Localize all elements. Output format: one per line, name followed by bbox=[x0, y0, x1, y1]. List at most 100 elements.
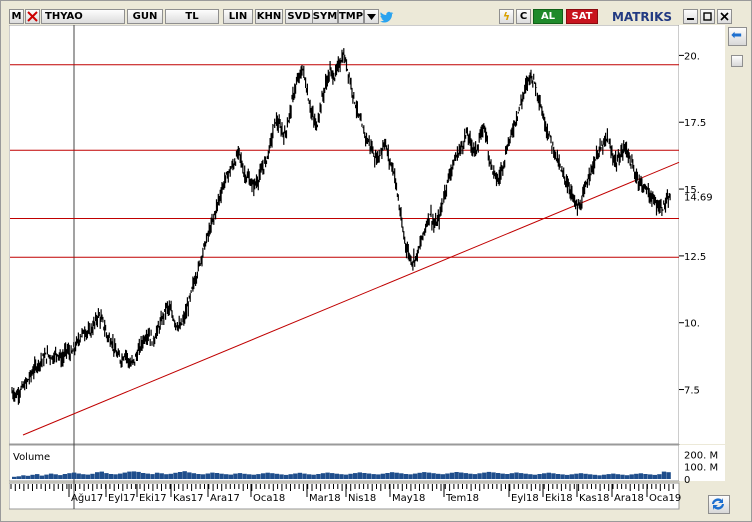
chevron-down-icon bbox=[367, 13, 376, 20]
refresh-button[interactable]: ϟ bbox=[499, 9, 514, 24]
volume-bar bbox=[449, 472, 455, 479]
minimize-icon bbox=[687, 18, 694, 20]
volume-bar bbox=[376, 474, 381, 479]
c-button[interactable]: C bbox=[516, 9, 531, 24]
volume-bar bbox=[652, 474, 657, 479]
volume-bar bbox=[108, 474, 114, 479]
volume-bar bbox=[16, 476, 21, 479]
volume-bar bbox=[145, 473, 150, 479]
symbol-field[interactable]: THYAO bbox=[41, 9, 125, 24]
y-tick-label: 12.5 bbox=[684, 252, 706, 263]
sell-button[interactable]: SAT bbox=[566, 9, 598, 24]
volume-bar bbox=[150, 474, 155, 479]
price-chart[interactable]: 20.17.515.12.510.7.514.69Volume 200. M100… bbox=[8, 24, 725, 510]
volume-bar bbox=[48, 473, 54, 479]
close-icon bbox=[720, 12, 729, 21]
chart-area[interactable]: 20. 17.5 15. 12.5 10. 7.5 14.69 Volume 200. M 100… bbox=[8, 24, 725, 510]
volume-bar bbox=[214, 473, 220, 479]
svd-button[interactable]: SVD bbox=[285, 9, 313, 24]
volume-bar bbox=[95, 472, 100, 479]
volume-bar bbox=[131, 471, 137, 479]
volume-bar bbox=[611, 473, 616, 479]
volume-bar bbox=[44, 474, 49, 479]
volume-bar bbox=[39, 475, 45, 479]
volume-bar bbox=[454, 472, 459, 479]
volume-bar bbox=[597, 475, 602, 479]
volume-bar bbox=[297, 472, 303, 479]
minimize-button[interactable] bbox=[683, 9, 698, 24]
volume-bar bbox=[486, 471, 492, 479]
volume-bar bbox=[394, 472, 399, 479]
settings-button[interactable] bbox=[708, 495, 730, 514]
volume-axis-label: 200. M bbox=[684, 450, 718, 461]
volume-bar bbox=[583, 473, 588, 479]
volume-bar bbox=[362, 473, 367, 479]
collapse-panel-button[interactable]: ⬅ bbox=[728, 27, 747, 46]
volume-bar bbox=[417, 472, 422, 479]
volume-bar bbox=[495, 473, 501, 479]
volume-bar bbox=[311, 474, 316, 479]
khn-button[interactable]: KHN bbox=[255, 9, 283, 24]
price-axis-bg bbox=[679, 25, 725, 444]
x-tick-label: Kas18 bbox=[579, 493, 609, 504]
x-tick-label: Kas17 bbox=[173, 493, 203, 504]
close-symbol-icon[interactable] bbox=[25, 9, 40, 24]
volume-bar bbox=[537, 474, 542, 479]
volume-bar bbox=[288, 474, 293, 479]
volume-bar bbox=[118, 473, 123, 479]
volume-bar bbox=[440, 474, 445, 479]
menu-button[interactable]: M bbox=[9, 9, 24, 24]
volume-bar bbox=[177, 472, 183, 479]
dropdown-button[interactable] bbox=[364, 9, 379, 24]
volume-bar bbox=[325, 472, 330, 479]
volume-bar bbox=[53, 474, 58, 479]
volume-bar bbox=[90, 473, 95, 479]
price-plot-bg bbox=[8, 24, 680, 445]
volume-bar bbox=[205, 473, 210, 479]
volume-bar bbox=[320, 473, 326, 479]
period-button[interactable]: GUN bbox=[127, 9, 163, 24]
volume-bar bbox=[657, 474, 662, 479]
volume-bar bbox=[348, 473, 353, 479]
volume-bar bbox=[615, 474, 621, 479]
volume-bar bbox=[67, 473, 72, 479]
volume-bar bbox=[233, 473, 238, 479]
volume-bar bbox=[81, 474, 86, 479]
scale-button[interactable]: LIN bbox=[223, 9, 253, 24]
volume-bar bbox=[555, 474, 561, 479]
volume-bar bbox=[491, 472, 496, 479]
volume-bar bbox=[127, 471, 132, 479]
volume-bar bbox=[389, 472, 395, 479]
currency-button[interactable]: TL bbox=[165, 9, 219, 24]
volume-bar bbox=[422, 472, 427, 479]
volume-bar bbox=[431, 473, 436, 479]
x-tick-label: Ara17 bbox=[210, 493, 240, 504]
volume-bar bbox=[634, 473, 639, 479]
volume-bar bbox=[71, 472, 77, 479]
volume-bar bbox=[574, 473, 579, 479]
volume-bar bbox=[551, 473, 556, 479]
close-window-button[interactable] bbox=[717, 9, 732, 24]
panel-toggle[interactable] bbox=[731, 55, 743, 67]
tmp-button[interactable]: TMP bbox=[338, 9, 364, 24]
x-tick-label: Oca19 bbox=[649, 493, 681, 504]
x-tick-label: Mar18 bbox=[309, 493, 341, 504]
volume-bar bbox=[256, 474, 261, 479]
x-tick-label: Nis18 bbox=[348, 493, 376, 504]
volume-bar bbox=[251, 474, 256, 479]
last-price-label: 14.69 bbox=[684, 192, 713, 203]
sym-button[interactable]: SYM bbox=[312, 9, 338, 24]
volume-bar bbox=[237, 473, 243, 479]
volume-bar bbox=[514, 472, 519, 479]
maximize-icon bbox=[703, 12, 712, 21]
maximize-button[interactable] bbox=[700, 9, 715, 24]
volume-bar bbox=[224, 474, 229, 479]
volume-bar bbox=[104, 473, 109, 479]
volume-bar bbox=[219, 473, 224, 479]
volume-bar bbox=[210, 472, 215, 479]
volume-bar bbox=[191, 473, 197, 479]
volume-bar bbox=[546, 472, 551, 479]
buy-button[interactable]: AL bbox=[533, 9, 563, 24]
twitter-button[interactable] bbox=[379, 9, 394, 24]
volume-bar bbox=[518, 473, 524, 479]
